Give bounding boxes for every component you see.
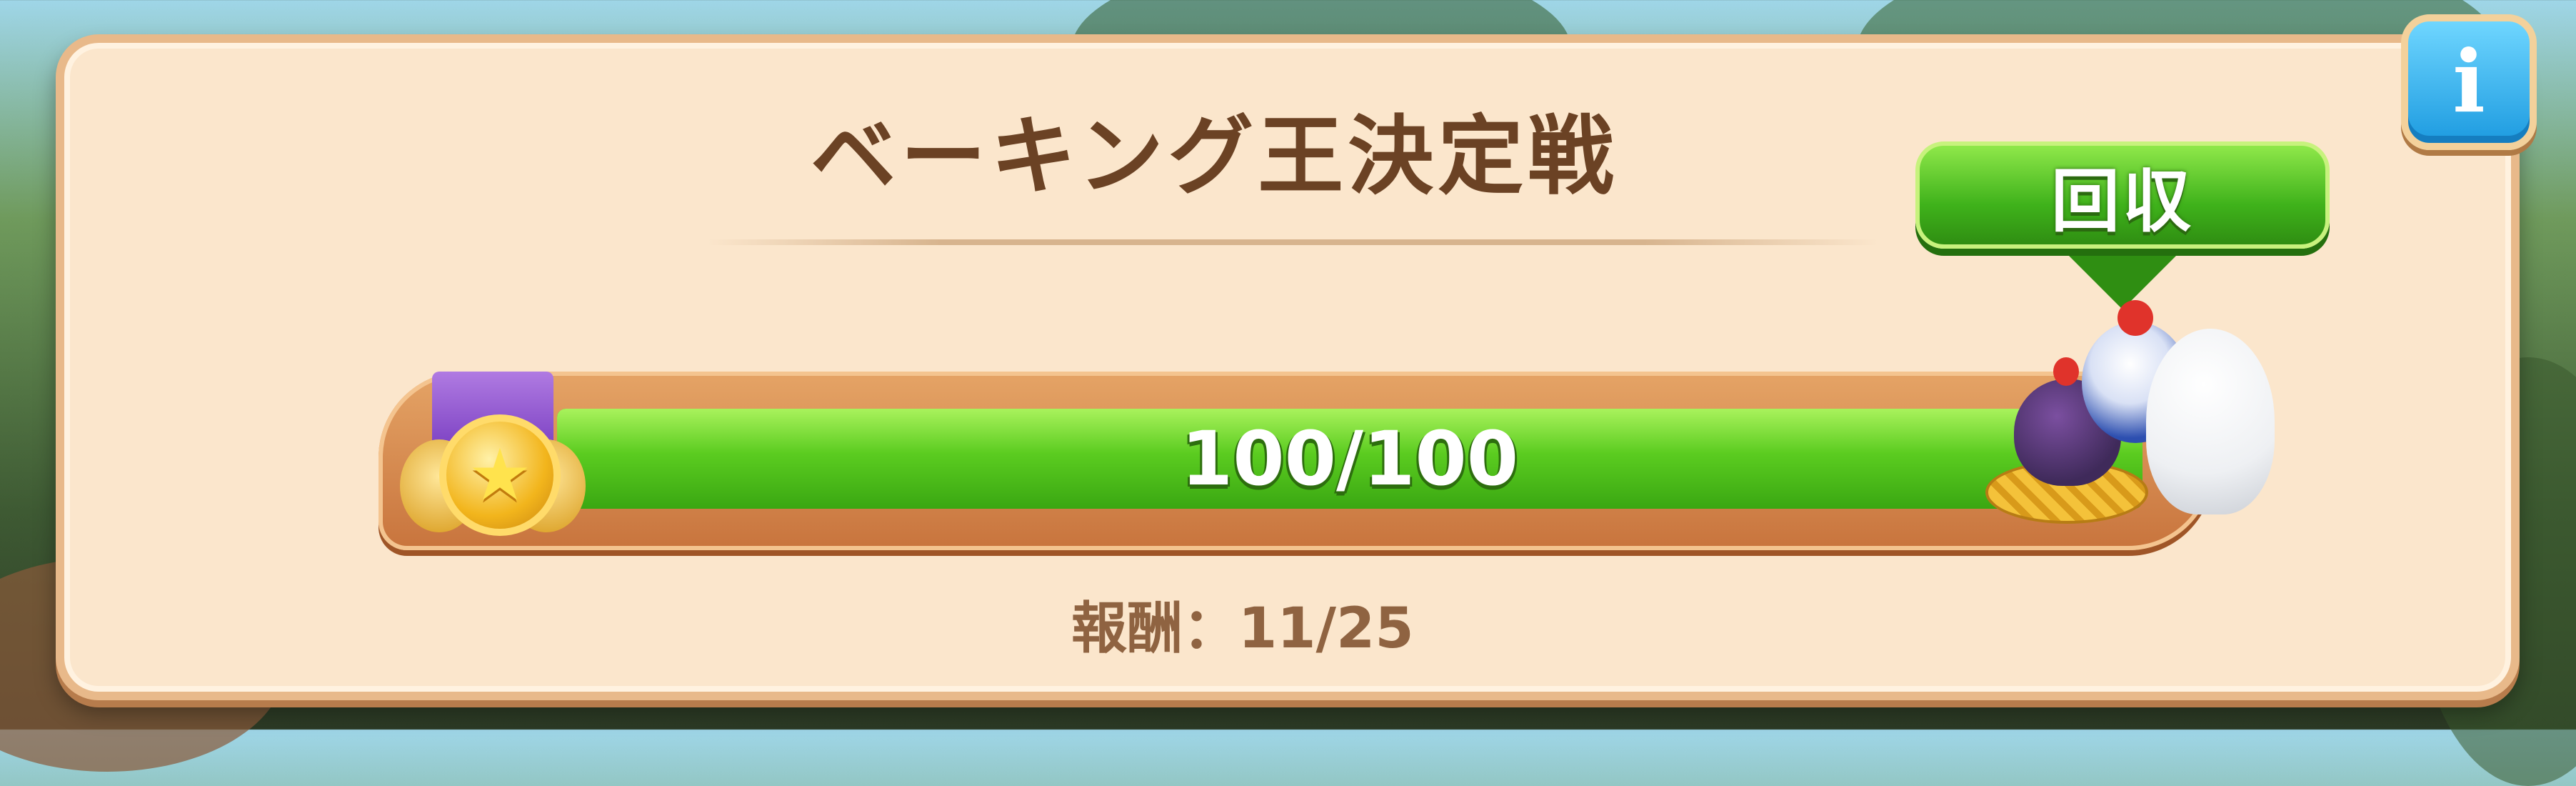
chickens-icon	[1985, 300, 2285, 543]
medal-star-icon: ★	[400, 372, 586, 557]
title-divider	[707, 239, 1878, 245]
hen-comb	[2053, 357, 2079, 386]
progress-track: 100/100	[557, 409, 2143, 509]
progress-label: 100/100	[1181, 415, 1519, 502]
star-icon: ★	[468, 433, 532, 517]
collect-arrow-icon	[2055, 242, 2190, 309]
info-icon: i	[2452, 31, 2485, 132]
reward-label: 報酬：	[1071, 597, 1239, 661]
info-button[interactable]: i	[2401, 14, 2537, 150]
white-hen-icon	[2146, 329, 2275, 514]
collect-button[interactable]: 回収	[1915, 141, 2330, 249]
rooster-comb	[2118, 300, 2153, 336]
progress-bar: 100/100	[379, 372, 2214, 550]
collect-button-group[interactable]: 回収	[1915, 141, 2330, 313]
reward-value: 11/25	[1238, 597, 1414, 661]
medal-coin: ★	[439, 414, 561, 536]
event-title: ベーキング王決定戦	[810, 107, 1618, 207]
reward-progress: 報酬：11/25	[1071, 593, 1514, 665]
collect-button-label: 回収	[2051, 161, 2194, 242]
